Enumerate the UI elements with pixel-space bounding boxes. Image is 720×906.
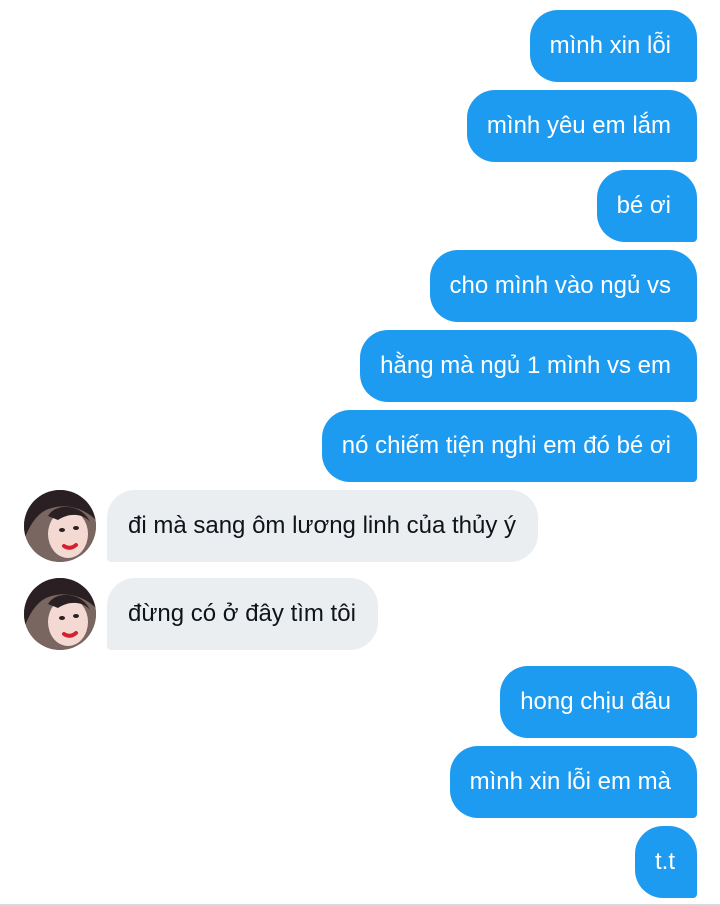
outgoing-message[interactable]: bé ơi — [596, 170, 697, 242]
message-text: t.t — [654, 848, 675, 875]
outgoing-message[interactable]: mình xin lỗi em mà — [449, 746, 697, 818]
message-text: hong chịu đâu — [520, 688, 671, 715]
message-text: đừng có ở đây tìm tôi — [128, 600, 356, 627]
incoming-message[interactable]: đi mà sang ôm lương linh của thủy ý — [107, 490, 538, 562]
message-text: mình xin lỗi em mà — [469, 768, 671, 795]
outgoing-message[interactable]: hong chịu đâu — [500, 666, 697, 738]
message-text: nó chiếm tiện nghi em đó bé ơi — [341, 432, 671, 459]
outgoing-message[interactable]: mình yêu em lắm — [466, 90, 697, 162]
outgoing-message[interactable]: t.t — [634, 826, 697, 898]
message-text: cho mình vào ngủ vs — [449, 272, 671, 299]
avatar-photo-icon — [24, 490, 96, 562]
outgoing-message[interactable]: cho mình vào ngủ vs — [429, 250, 697, 322]
message-text: hằng mà ngủ 1 mình vs em — [380, 352, 671, 379]
avatar[interactable] — [24, 578, 96, 650]
message-text: bé ơi — [616, 192, 671, 219]
avatar-photo-icon — [24, 578, 96, 650]
message-text: đi mà sang ôm lương linh của thủy ý — [128, 512, 516, 539]
outgoing-message[interactable]: hằng mà ngủ 1 mình vs em — [360, 330, 697, 402]
message-text: mình yêu em lắm — [486, 112, 671, 139]
outgoing-message[interactable]: mình xin lỗi — [529, 10, 697, 82]
avatar[interactable] — [24, 490, 96, 562]
message-text: mình xin lỗi — [549, 32, 671, 59]
incoming-message[interactable]: đừng có ở đây tìm tôi — [107, 578, 378, 650]
outgoing-message[interactable]: nó chiếm tiện nghi em đó bé ơi — [321, 410, 697, 482]
